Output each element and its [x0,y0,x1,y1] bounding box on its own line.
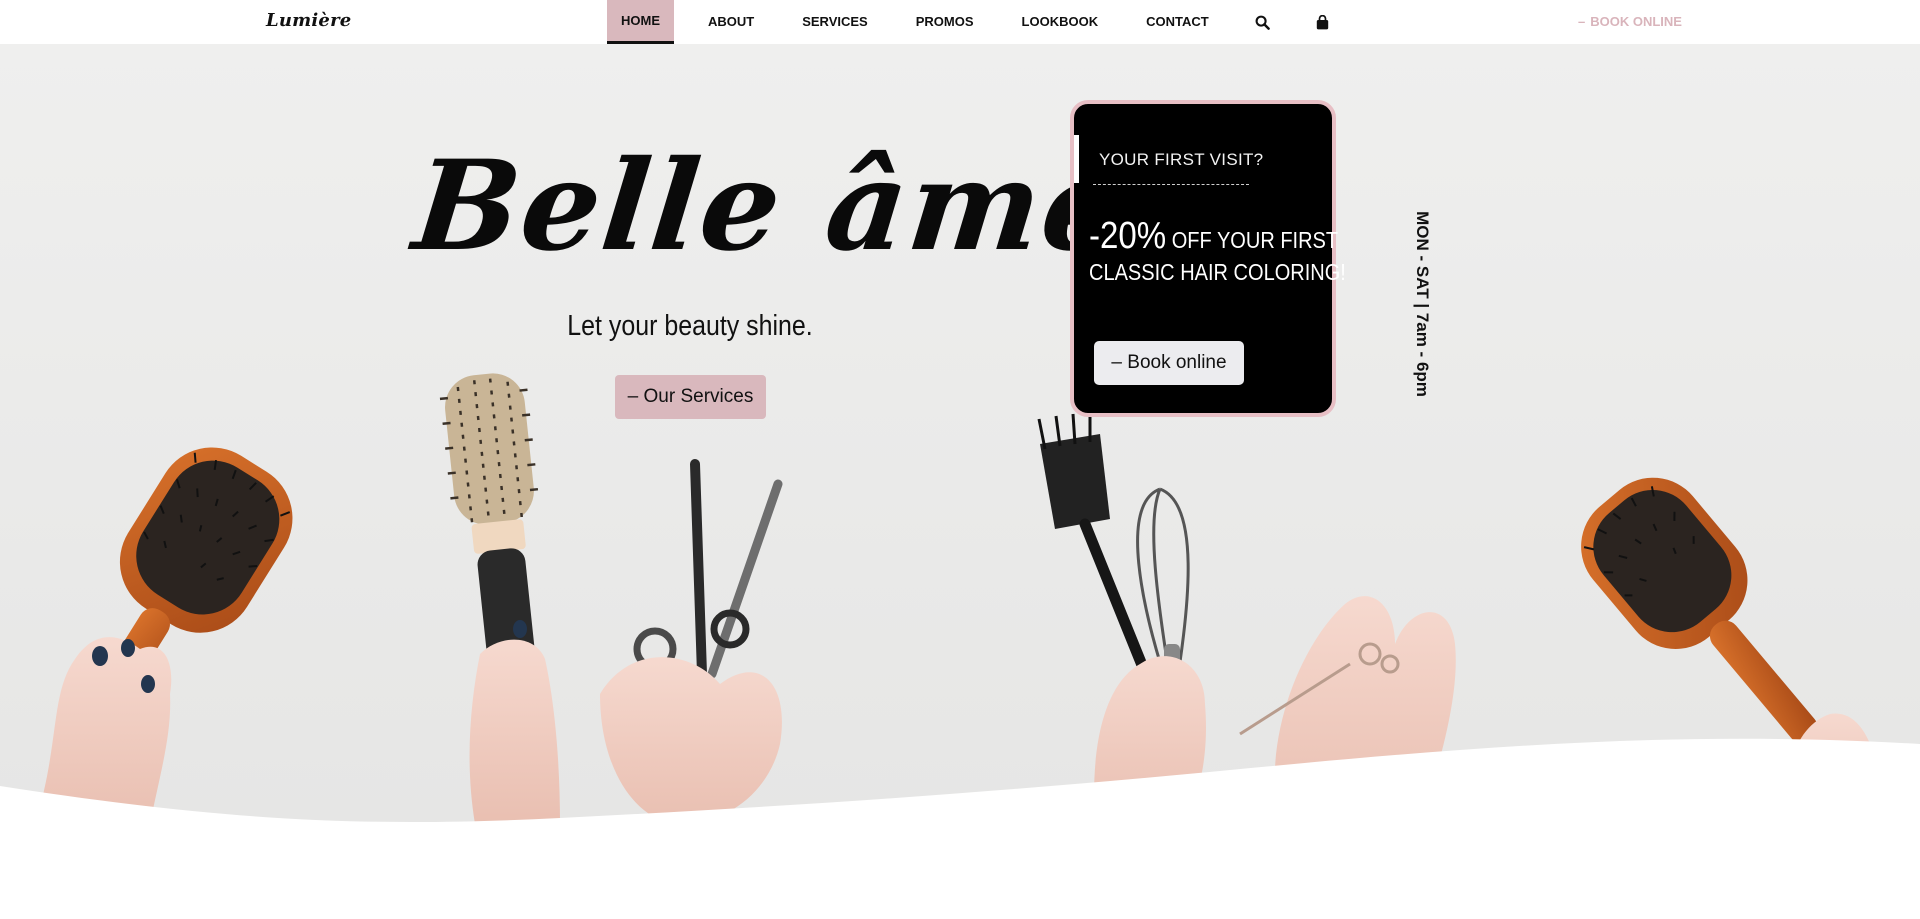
hero-tagline: Let your beauty shine. [567,310,813,342]
nav-home[interactable]: HOME [607,0,674,44]
shopping-bag-icon[interactable] [1293,0,1353,44]
nav-promos[interactable]: PROMOS [892,0,998,42]
hero-title: Belle âme [407,134,1132,279]
hero-section: Belle âme Let your beauty shine. – Our S… [0,44,1920,824]
opening-hours: MON - SAT | 7am - 6pm [1413,211,1432,397]
promo-offer: -20% OFF YOUR FIRST CLASSIC HAIR COLORIN… [1089,217,1346,288]
site-logo[interactable]: Lumière [266,10,351,31]
promo-accent-bar [1074,135,1079,183]
nav-about[interactable]: ABOUT [684,0,778,42]
book-online-label: BOOK ONLINE [1590,14,1682,29]
book-online-link[interactable]: – BOOK ONLINE [1578,14,1682,29]
search-icon[interactable] [1233,0,1293,44]
book-online-dash: – [1578,14,1586,29]
promo-divider [1093,184,1249,185]
promo-card: YOUR FIRST VISIT? -20% OFF YOUR FIRST CL… [1070,100,1346,417]
promo-line-1: OFF YOUR FIRST [1171,227,1339,253]
nav-lookbook[interactable]: LOOKBOOK [998,0,1123,42]
hero-wave-divider [0,738,1920,919]
nav-services[interactable]: SERVICES [778,0,892,42]
our-services-button[interactable]: – Our Services [615,375,766,419]
scissors [633,459,783,679]
book-online-button[interactable]: – Book online [1094,341,1244,385]
promo-kicker: YOUR FIRST VISIT? [1099,150,1264,169]
site-header: Lumière HOME ABOUT SERVICES PROMOS LOOKB… [0,0,1920,44]
promo-percent: -20% [1089,215,1167,257]
main-nav: HOME ABOUT SERVICES PROMOS LOOKBOOK CONT… [607,0,1353,44]
promo-line-2: CLASSIC HAIR COLORING! [1089,259,1346,285]
nav-contact[interactable]: CONTACT [1122,0,1233,42]
